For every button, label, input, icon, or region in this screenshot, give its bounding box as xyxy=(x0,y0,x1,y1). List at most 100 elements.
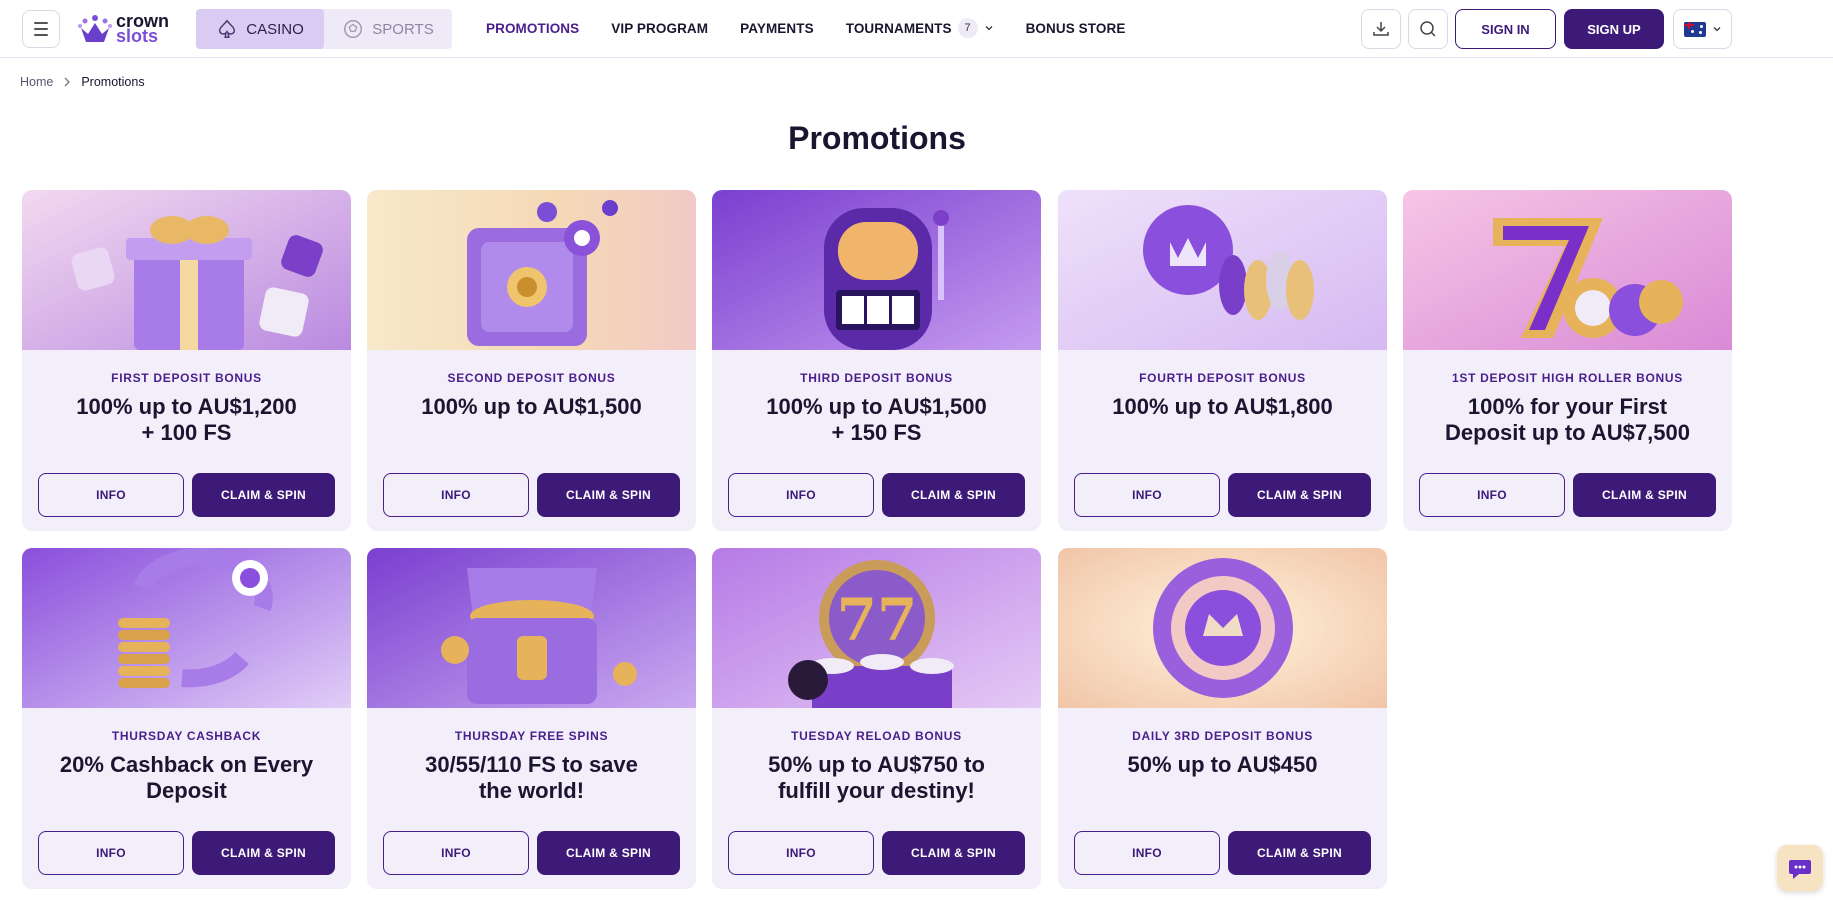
promo-subtitle: SECOND DEPOSIT BONUS xyxy=(447,371,616,385)
promo-title-line2: + 100 FS xyxy=(141,420,232,445)
chevron-right-icon xyxy=(64,77,71,87)
info-button[interactable]: INFO xyxy=(728,473,874,517)
info-button[interactable]: INFO xyxy=(383,473,529,517)
promo-title: 20% Cashback on Every Deposit xyxy=(42,752,331,804)
breadcrumb-home[interactable]: Home xyxy=(20,75,53,89)
promo-card: SECOND DEPOSIT BONUS 100% up to AU$1,500… xyxy=(367,190,696,531)
tournaments-count-badge: 7 xyxy=(957,18,978,38)
promo-card: 1ST DEPOSIT HIGH ROLLER BONUS 100% for y… xyxy=(1403,190,1732,531)
promo-image-crown-chip xyxy=(1058,548,1387,708)
tab-casino[interactable]: CASINO xyxy=(196,9,324,49)
promo-subtitle: 1ST DEPOSIT HIGH ROLLER BONUS xyxy=(1452,371,1683,385)
promo-card: FIRST DEPOSIT BONUS 100% up to AU$1,200 +… xyxy=(22,190,351,531)
breadcrumb-current: Promotions xyxy=(81,75,145,89)
promo-title: 100% up to AU$1,500 xyxy=(387,394,676,420)
nav-tournaments[interactable]: TOURNAMENTS 7 xyxy=(846,18,994,38)
promo-title: 50% up to AU$450 xyxy=(1078,752,1367,778)
promo-title-line1: 100% up to AU$1,200 xyxy=(76,394,297,419)
top-header: crown slots CASINO SPORTS PROMOTIONS VIP… xyxy=(0,0,1833,58)
logo[interactable]: crown slots xyxy=(78,12,169,46)
promo-card: 77 TUESDAY RELOAD BONUS 50% up to AU$750… xyxy=(712,548,1041,889)
tab-sports-label: SPORTS xyxy=(372,20,434,38)
crown-logo-icon xyxy=(78,15,112,42)
info-button[interactable]: INFO xyxy=(1074,473,1220,517)
australia-flag-icon xyxy=(1683,21,1706,37)
claim-spin-button[interactable]: CLAIM & SPIN xyxy=(1228,473,1371,517)
svg-text:77: 77 xyxy=(837,586,918,654)
promo-title: 30/55/110 FS to save the world! xyxy=(387,752,676,804)
promo-subtitle: THIRD DEPOSIT BONUS xyxy=(800,371,953,385)
promo-card: FOURTH DEPOSIT BONUS 100% up to AU$1,800… xyxy=(1058,190,1387,531)
info-button[interactable]: INFO xyxy=(383,831,529,875)
promo-card: THURSDAY CASHBACK 20% Cashback on Every D… xyxy=(22,548,351,889)
promo-image-chips xyxy=(1058,190,1387,350)
chevron-down-icon xyxy=(985,26,993,31)
promo-image-gift xyxy=(22,190,351,350)
promo-title-line1: 100% for your First xyxy=(1467,394,1668,419)
promo-title-line2: Deposit xyxy=(146,778,227,803)
sign-in-button[interactable]: SIGN IN xyxy=(1455,9,1556,49)
info-button[interactable]: INFO xyxy=(1419,473,1565,517)
claim-spin-button[interactable]: CLAIM & SPIN xyxy=(1228,831,1371,875)
spade-icon xyxy=(219,19,236,38)
promo-title-line1: 100% up to AU$1,800 xyxy=(1112,394,1333,419)
info-button[interactable]: INFO xyxy=(1074,831,1220,875)
download-icon[interactable] xyxy=(1361,9,1401,49)
claim-spin-button[interactable]: CLAIM & SPIN xyxy=(192,831,335,875)
nav-payments[interactable]: PAYMENTS xyxy=(740,21,814,36)
claim-spin-button[interactable]: CLAIM & SPIN xyxy=(537,473,680,517)
nav-vip-program[interactable]: VIP PROGRAM xyxy=(611,21,708,36)
promo-title: 100% for your First Deposit up to AU$7,50… xyxy=(1423,394,1712,446)
tab-sports[interactable]: SPORTS xyxy=(324,9,452,49)
promo-image-safe xyxy=(367,190,696,350)
promo-title-line2: the world! xyxy=(478,778,585,803)
promo-title-line1: 100% up to AU$1,500 xyxy=(421,394,642,419)
search-icon[interactable] xyxy=(1408,9,1448,49)
breadcrumb: Home Promotions xyxy=(20,75,145,89)
promo-title-line1: 20% Cashback on Every xyxy=(59,752,314,777)
promo-subtitle: TUESDAY RELOAD BONUS xyxy=(791,729,962,743)
promo-title-line1: 100% up to AU$1,500 xyxy=(766,394,987,419)
main-nav: PROMOTIONS VIP PROGRAM PAYMENTS TOURNAME… xyxy=(486,0,1125,56)
language-selector[interactable] xyxy=(1673,9,1732,49)
promo-title-line1: 50% up to AU$750 to xyxy=(768,752,985,777)
tab-casino-label: CASINO xyxy=(246,20,304,38)
nav-promotions[interactable]: PROMOTIONS xyxy=(486,21,579,36)
promo-title: 100% up to AU$1,800 xyxy=(1078,394,1367,420)
mode-switch: CASINO SPORTS xyxy=(196,9,452,49)
promo-title: 100% up to AU$1,200 + 100 FS xyxy=(42,394,331,446)
claim-spin-button[interactable]: CLAIM & SPIN xyxy=(882,473,1025,517)
nav-tournaments-label: TOURNAMENTS xyxy=(845,20,952,36)
chat-widget-button[interactable] xyxy=(1777,845,1823,891)
claim-spin-button[interactable]: CLAIM & SPIN xyxy=(537,831,680,875)
promo-image-treasure-chest xyxy=(367,548,696,708)
promo-subtitle: FIRST DEPOSIT BONUS xyxy=(111,371,262,385)
promo-title-line2: + 150 FS xyxy=(831,420,922,445)
nav-bonus-store[interactable]: BONUS STORE xyxy=(1026,21,1126,36)
promo-image-lucky-seven xyxy=(1403,190,1732,350)
claim-spin-button[interactable]: CLAIM & SPIN xyxy=(882,831,1025,875)
info-button[interactable]: INFO xyxy=(38,473,184,517)
info-button[interactable]: INFO xyxy=(38,831,184,875)
promo-title: 100% up to AU$1,500 + 150 FS xyxy=(732,394,1021,446)
claim-spin-button[interactable]: CLAIM & SPIN xyxy=(1573,473,1716,517)
logo-text-line2: slots xyxy=(116,26,159,46)
promo-image-slot-machine xyxy=(712,190,1041,350)
chat-icon xyxy=(1789,860,1811,879)
claim-spin-button[interactable]: CLAIM & SPIN xyxy=(192,473,335,517)
promo-image-triple-seven: 77 xyxy=(712,548,1041,708)
page-title: Promotions xyxy=(788,120,966,156)
promo-title-line2: Deposit up to AU$7,500 xyxy=(1445,420,1690,445)
promo-card: THIRD DEPOSIT BONUS 100% up to AU$1,500 +… xyxy=(712,190,1041,531)
info-button[interactable]: INFO xyxy=(728,831,874,875)
sign-up-button[interactable]: SIGN UP xyxy=(1564,9,1664,49)
menu-icon[interactable] xyxy=(22,10,60,48)
promo-subtitle: THURSDAY FREE SPINS xyxy=(454,729,609,743)
promo-title-line1: 50% up to AU$450 xyxy=(1127,752,1318,777)
promo-title: 50% up to AU$750 to fulfill your destiny! xyxy=(732,752,1021,804)
promo-subtitle: THURSDAY CASHBACK xyxy=(111,729,262,743)
promo-subtitle: FOURTH DEPOSIT BONUS xyxy=(1139,371,1306,385)
soccer-ball-icon xyxy=(344,20,363,38)
promo-card: DAILY 3RD DEPOSIT BONUS 50% up to AU$450… xyxy=(1058,548,1387,889)
promo-card: THURSDAY FREE SPINS 30/55/110 FS to save… xyxy=(367,548,696,889)
